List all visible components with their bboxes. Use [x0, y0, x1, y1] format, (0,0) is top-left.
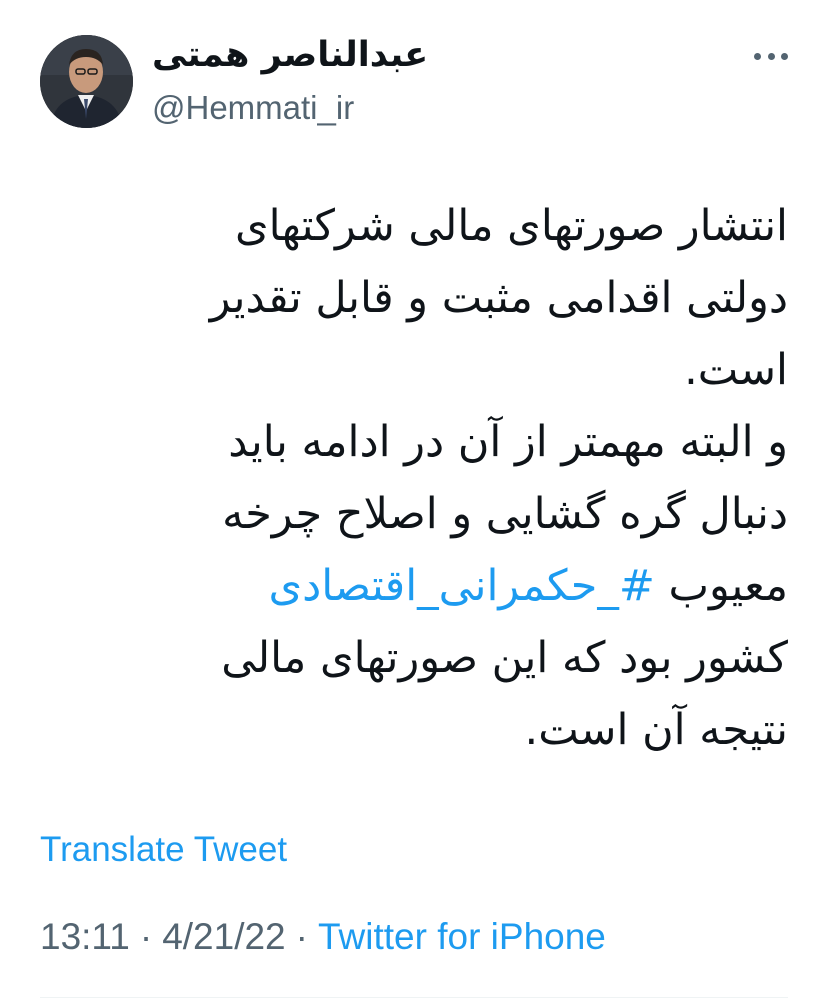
- tweet-line: انتشار صورتهای مالی شرکتهای: [40, 190, 788, 262]
- more-dot: [754, 52, 761, 60]
- tweet-line: نتیجه آن است.: [40, 694, 788, 766]
- tweet-date[interactable]: 4/21/22: [162, 916, 285, 957]
- tweet-line: و البته مهمتر از آن در ادامه باید: [40, 406, 788, 478]
- author-display-name[interactable]: عبدالناصر همتی: [152, 33, 428, 77]
- tweet-line-text: انتشار صورتهای مالی شرکتهای: [234, 201, 788, 251]
- tweet-line: دولتی اقدامی مثبت و قابل تقدیر: [40, 262, 788, 334]
- author-avatar[interactable]: [40, 35, 133, 128]
- more-dot: [767, 52, 775, 60]
- tweet-line-text: است.: [684, 345, 788, 395]
- tweet-line-text: نتیجه آن است.: [524, 705, 788, 755]
- person-avatar-icon: [40, 35, 133, 128]
- tweet-line-text: معیوب: [654, 561, 788, 611]
- tweet-line: معیوب #_حکمرانی_اقتصادی: [40, 550, 789, 622]
- translate-tweet-link[interactable]: Translate Tweet: [40, 826, 287, 874]
- tweet-line: دنبال گره گشایی و اصلاح چرخه: [40, 478, 788, 550]
- tweet-line-text: و البته مهمتر از آن در ادامه باید: [228, 417, 788, 467]
- tweet-time[interactable]: 13:11: [40, 916, 130, 957]
- meta-separator: ·: [295, 916, 308, 957]
- divider: [40, 997, 788, 998]
- tweet-line-text: دولتی اقدامی مثبت و قابل تقدیر: [209, 273, 788, 323]
- more-horizontal-icon[interactable]: [754, 44, 788, 68]
- hashtag-link[interactable]: #_حکمرانی_اقتصادی: [269, 561, 655, 611]
- tweet-meta: 13:11 · 4/21/22 · Twitter for iPhone: [40, 910, 606, 964]
- more-dot: [781, 52, 788, 60]
- author-handle[interactable]: @Hemmati_ir: [152, 86, 354, 130]
- tweet-line: است.: [40, 334, 788, 406]
- tweet-line: کشور بود که این صورتهای مالی: [40, 622, 788, 694]
- tweet-source-link[interactable]: Twitter for iPhone: [318, 916, 606, 957]
- tweet-line-text: دنبال گره گشایی و اصلاح چرخه: [222, 489, 788, 539]
- meta-separator: ·: [139, 916, 153, 957]
- tweet-line-text: کشور بود که این صورتهای مالی: [221, 633, 788, 683]
- tweet-text: انتشار صورتهای مالی شرکتهای دولتی اقدامی…: [40, 190, 788, 766]
